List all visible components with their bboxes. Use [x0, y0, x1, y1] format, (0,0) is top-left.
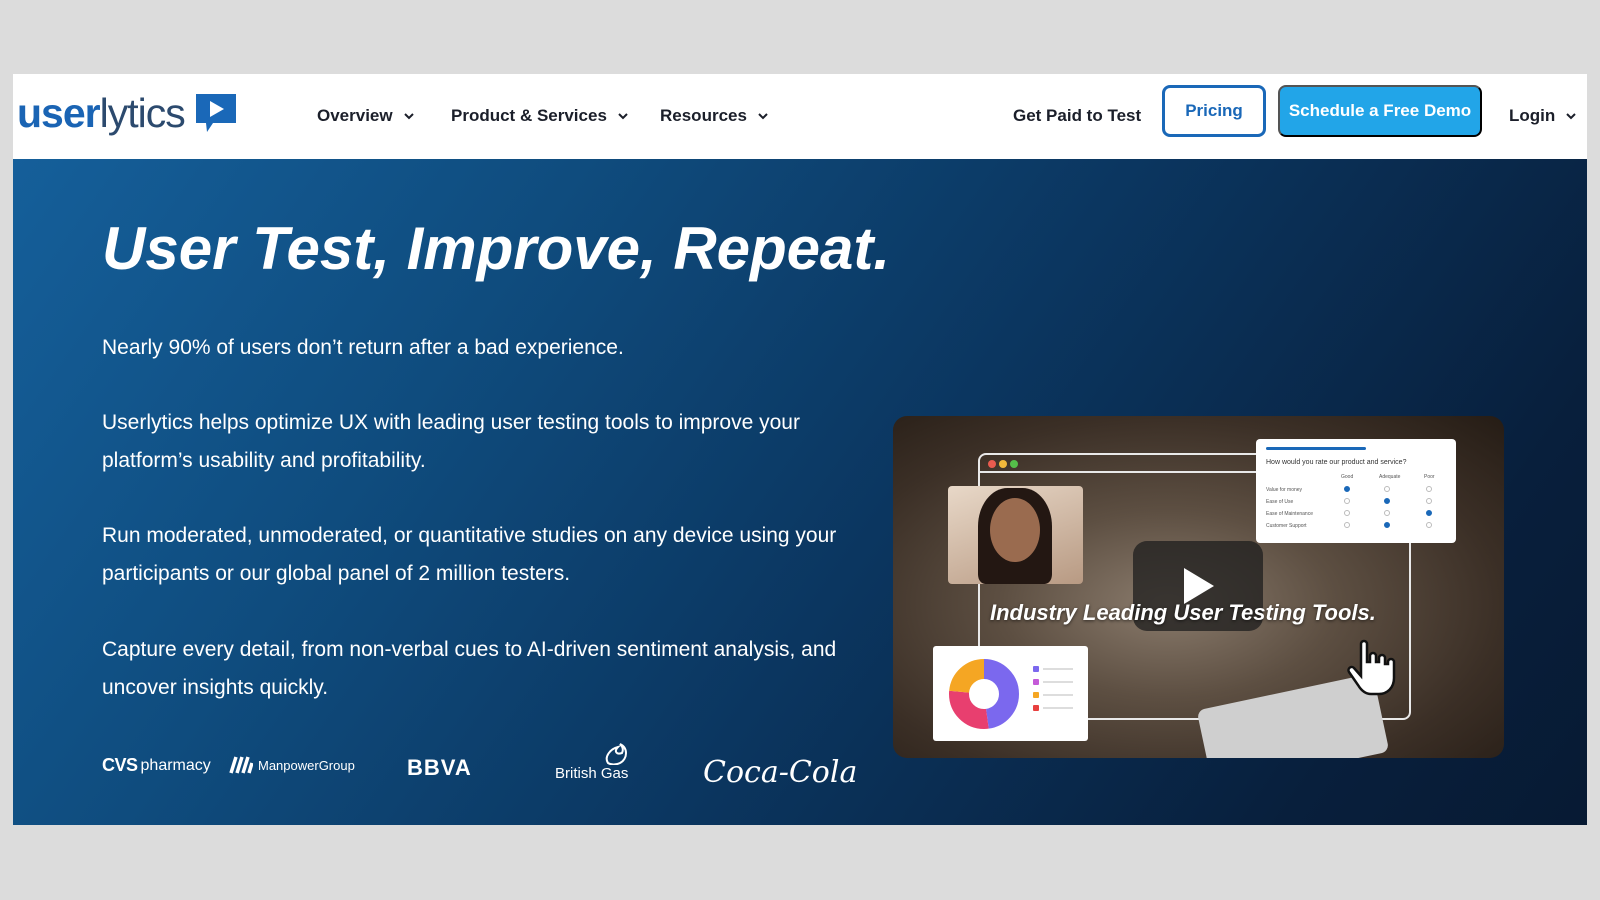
logo-wordmark: userlytics: [17, 90, 186, 136]
chevron-down-icon: [618, 113, 628, 120]
chevron-down-icon: [1566, 113, 1576, 120]
donut-chart-card: [933, 646, 1088, 741]
manpower-mark-icon: [229, 756, 253, 774]
hero-section: User Test, Improve, Repeat. Nearly 90% o…: [13, 159, 1587, 825]
hero-paragraph: Run moderated, unmoderated, or quantitat…: [102, 524, 837, 585]
nav-product-services[interactable]: Product & Services: [451, 100, 629, 132]
login-menu[interactable]: Login: [1509, 100, 1577, 132]
nav-overview[interactable]: Overview: [317, 100, 415, 132]
nav-resources[interactable]: Resources: [660, 100, 769, 132]
hero-paragraph: Nearly 90% of users don’t return after a…: [102, 336, 624, 359]
hand-cursor-icon: [1347, 639, 1396, 696]
hero-headline: User Test, Improve, Repeat.: [102, 215, 891, 282]
bbva-logo: BBVA: [407, 755, 472, 780]
play-logo-icon: [195, 94, 236, 132]
userlytics-logo[interactable]: userlytics: [17, 88, 239, 138]
coca-cola-logo: Coca-Cola: [703, 755, 858, 790]
hero-paragraph: Userlytics helps optimize UX with leadin…: [102, 411, 800, 472]
get-paid-to-test-link[interactable]: Get Paid to Test: [1013, 100, 1141, 132]
video-caption: Industry Leading User Testing Tools.: [990, 600, 1376, 625]
hero-paragraph: Capture every detail, from non-verbal cu…: [102, 638, 837, 699]
cvs-pharmacy-logo: CVS pharmacy: [102, 755, 211, 775]
pricing-button[interactable]: Pricing: [1162, 85, 1266, 137]
participant-webcam: [948, 486, 1083, 584]
survey-card: How would you rate our product and servi…: [1256, 439, 1456, 543]
chevron-down-icon: [758, 113, 768, 120]
browser-viewport: userlytics Overview Product & Services R…: [13, 74, 1587, 825]
donut-chart-graphic: [949, 659, 1019, 729]
manpowergroup-logo: ManpowerGroup: [229, 755, 355, 775]
british-gas-logo: British Gas: [555, 743, 628, 782]
video-player[interactable]: How would you rate our product and servi…: [893, 416, 1504, 758]
chevron-down-icon: [403, 113, 414, 120]
site-header: userlytics Overview Product & Services R…: [13, 74, 1587, 159]
schedule-demo-button[interactable]: Schedule a Free Demo: [1278, 85, 1482, 137]
flame-icon: [606, 743, 628, 765]
